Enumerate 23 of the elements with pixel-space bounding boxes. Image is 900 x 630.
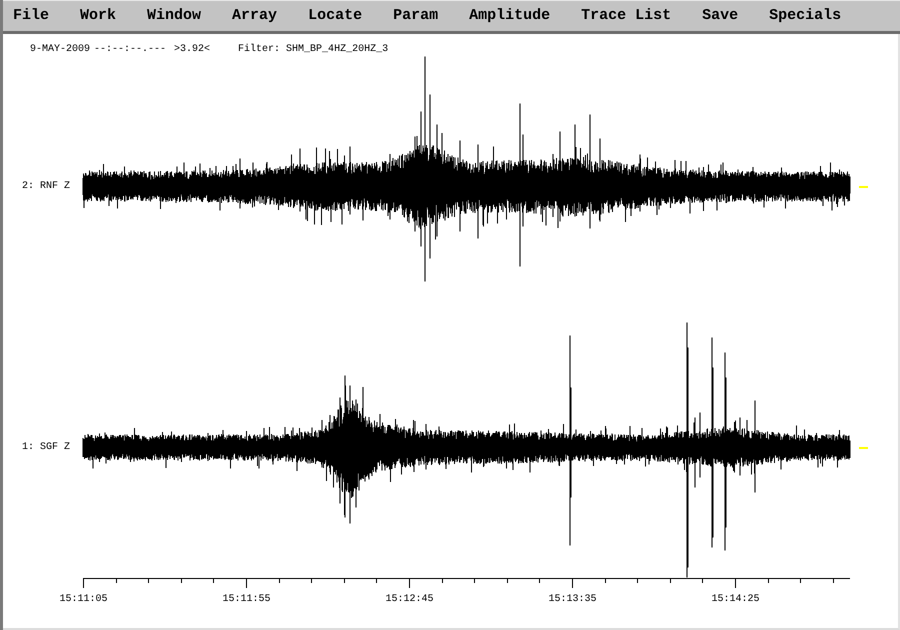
menu-item[interactable]: Array: [230, 5, 280, 27]
menu-item[interactable]: Work: [78, 5, 118, 27]
time-tick-label: 15:14:25: [712, 594, 760, 605]
menu-item[interactable]: Save: [700, 5, 740, 27]
time-tick-label: 15:11:05: [60, 594, 108, 605]
time-text: --:--:--.---: [94, 44, 166, 56]
marker-icon: [859, 186, 868, 188]
date-text: 9-MAY-2009: [30, 44, 90, 56]
time-tick-label: 15:13:35: [548, 594, 596, 605]
menu-item[interactable]: Window: [145, 5, 204, 27]
menu-item[interactable]: Locate: [306, 5, 364, 27]
menu-item[interactable]: File: [11, 5, 52, 27]
marker-icon: [859, 446, 868, 448]
filter-text: Filter: SHM_BP_4HZ_20HZ_3: [238, 44, 388, 56]
menu-item[interactable]: Param: [391, 5, 440, 27]
time-tick-label: 15:12:45: [386, 594, 434, 605]
trace-label: 1: SGF Z: [22, 442, 70, 452]
menu-item[interactable]: Trace List: [579, 5, 674, 27]
scale-text: >3.92<: [174, 44, 210, 56]
time-tick-label: 15:11:55: [222, 594, 270, 605]
menu-item[interactable]: Amplitude: [467, 5, 552, 27]
trace-label: 2: RNF Z: [22, 180, 70, 192]
menu-item[interactable]: Specials: [767, 5, 844, 27]
